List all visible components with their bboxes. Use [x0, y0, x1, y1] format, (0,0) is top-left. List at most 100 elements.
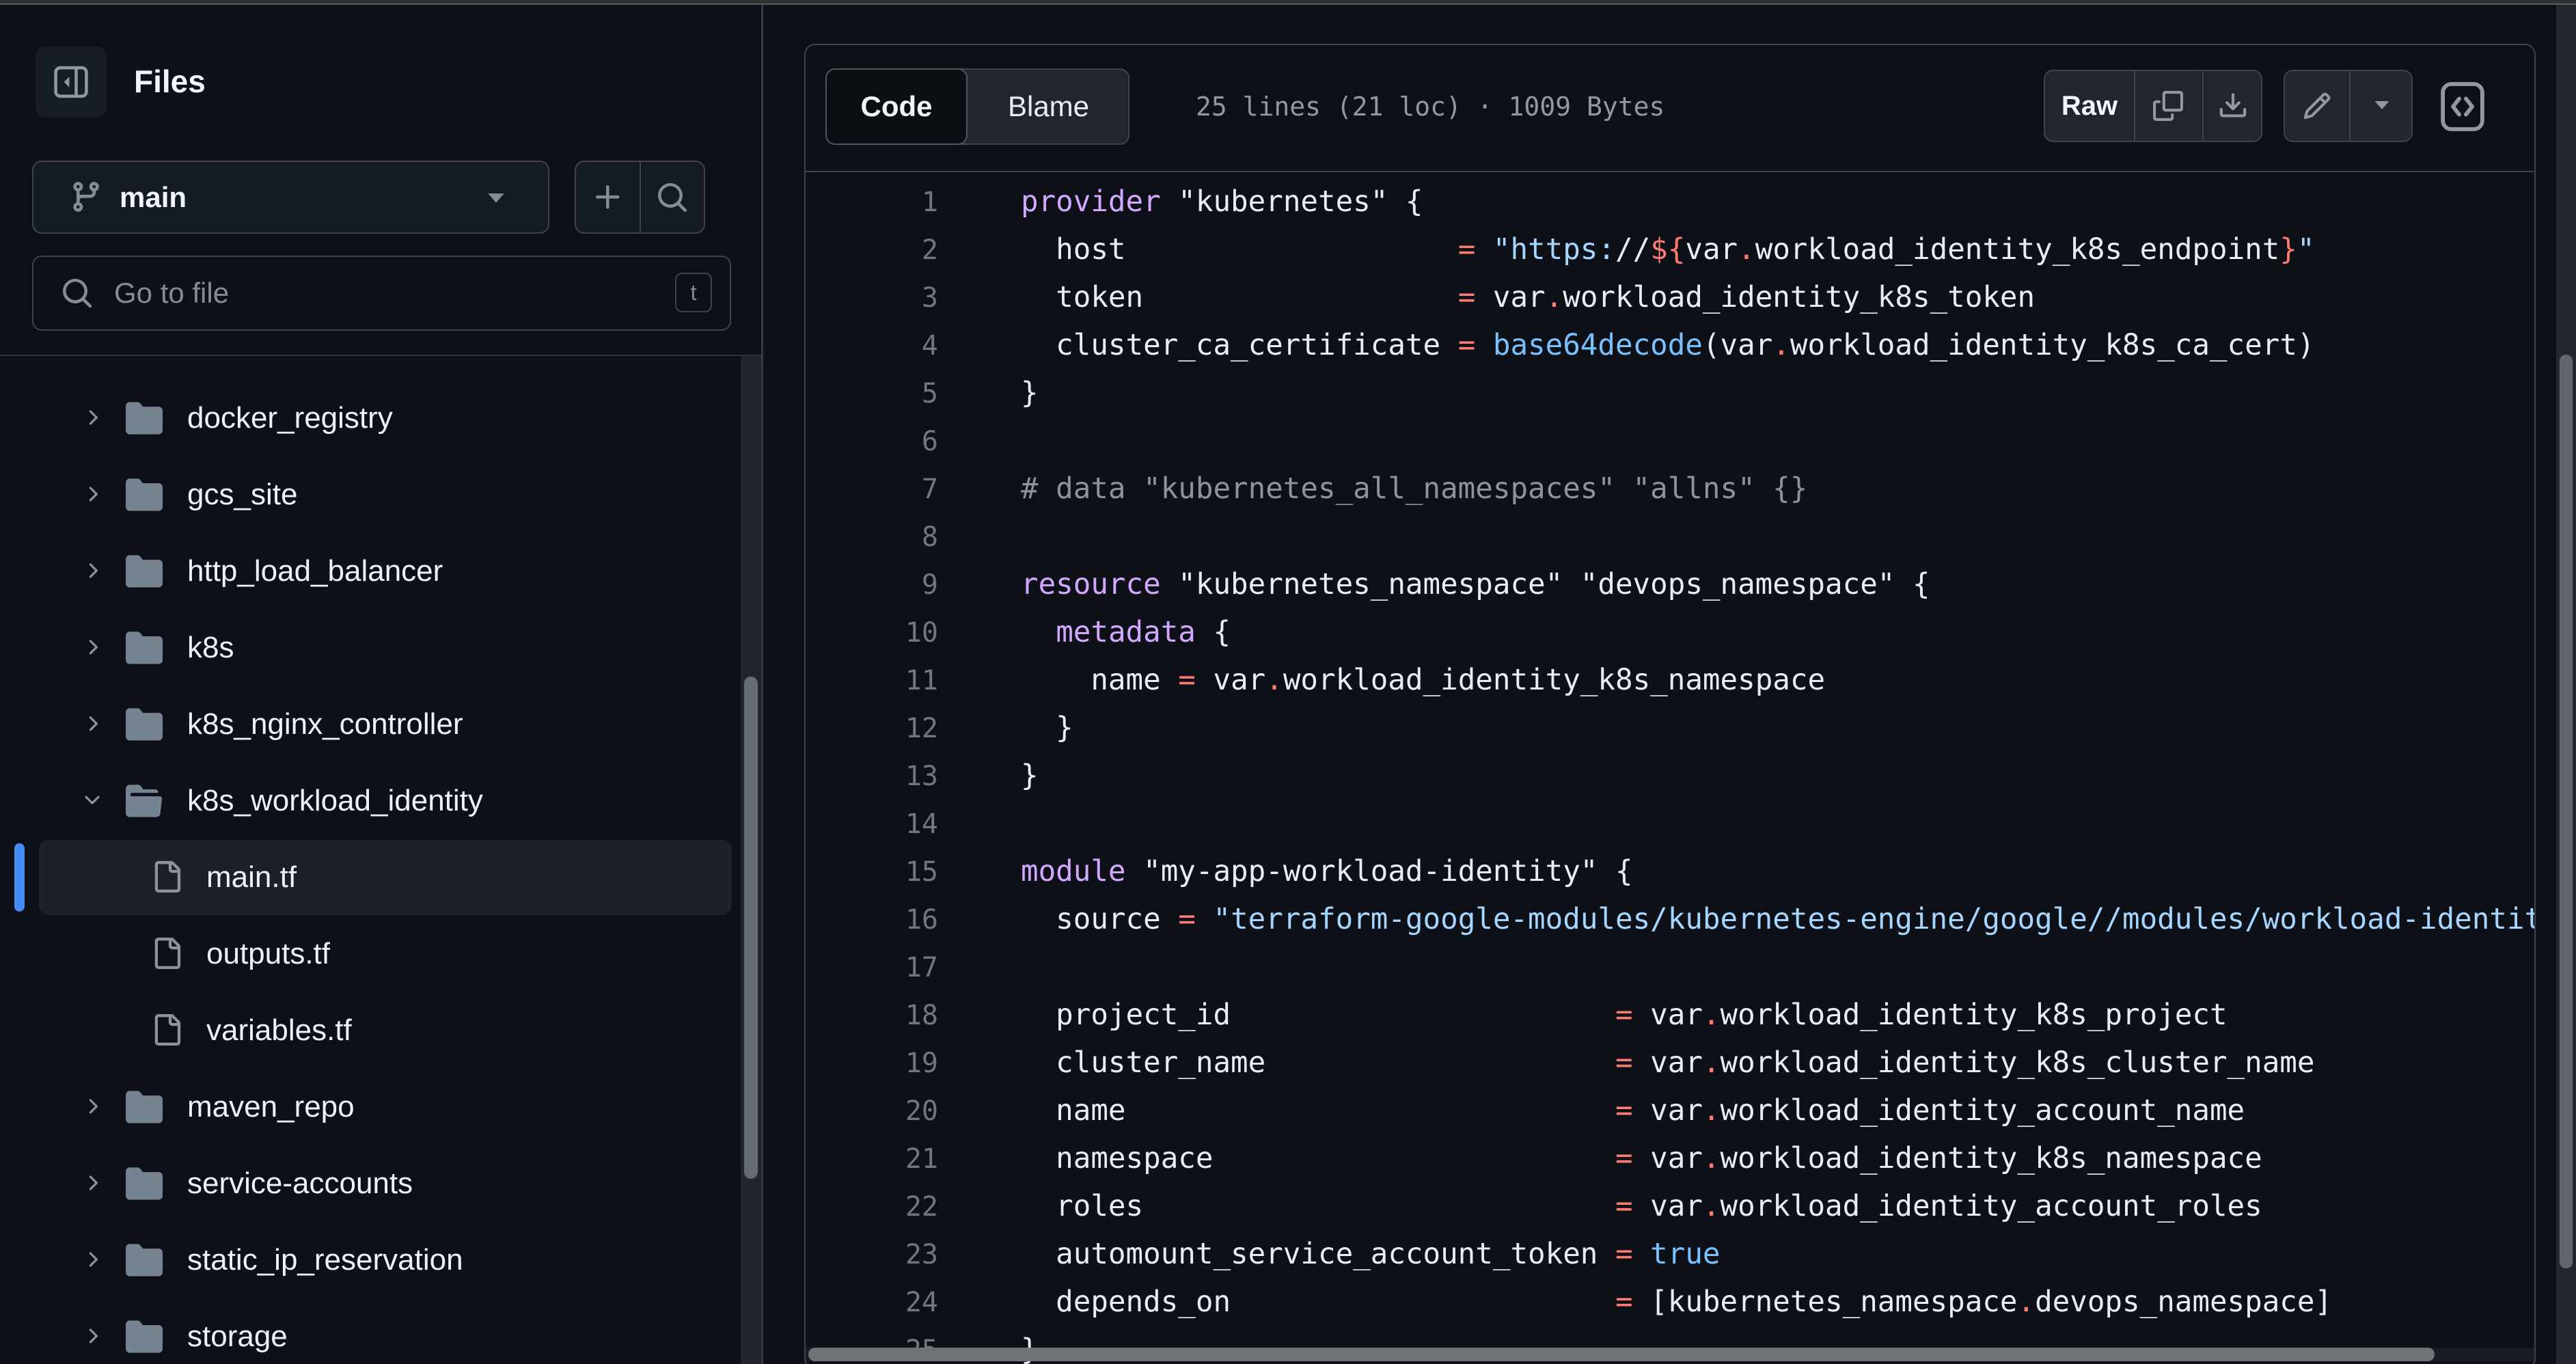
- edit-dropdown-button[interactable]: [2351, 71, 2413, 141]
- tree-item-static-ip-reservation[interactable]: static_ip_reservation: [0, 1223, 741, 1298]
- line-content: token = var.workload_identity_k8s_token: [1021, 274, 2035, 322]
- page-scrollbar-thumb[interactable]: [2560, 355, 2573, 1268]
- tree-item-variables-tf[interactable]: variables.tf: [0, 993, 741, 1068]
- chevron-down-icon[interactable]: [81, 789, 104, 815]
- add-file-button[interactable]: [576, 162, 640, 232]
- download-icon: [2218, 91, 2248, 121]
- tree-item-k8s[interactable]: k8s: [0, 610, 741, 685]
- line-content: }: [1021, 370, 1039, 418]
- line-number[interactable]: 2: [806, 226, 938, 274]
- folder-icon: [126, 476, 163, 517]
- go-to-file-input[interactable]: Go to file t: [32, 256, 731, 331]
- line-content: project_id = var.workload_identity_k8s_p…: [1021, 992, 2228, 1039]
- line-number[interactable]: 20: [806, 1087, 938, 1135]
- chevron-right-icon[interactable]: [81, 1171, 104, 1198]
- line-number[interactable]: 22: [806, 1183, 938, 1231]
- tree-item-docker-registry[interactable]: docker_registry: [0, 381, 741, 456]
- tree-item-main-tf[interactable]: main.tf: [0, 840, 741, 915]
- line-number[interactable]: 24: [806, 1279, 938, 1326]
- copy-icon: [2153, 91, 2183, 121]
- code-hscrollbar-thumb[interactable]: [808, 1348, 2435, 1361]
- tree-item-service-accounts[interactable]: service-accounts: [0, 1146, 741, 1221]
- edit-button[interactable]: [2285, 71, 2349, 141]
- pencil-icon: [2302, 91, 2332, 121]
- line-number[interactable]: 14: [806, 800, 938, 848]
- tree-actions-group: [575, 161, 705, 234]
- line-number[interactable]: 1: [806, 178, 938, 226]
- folder-open-icon: [126, 782, 163, 823]
- line-number[interactable]: 19: [806, 1039, 938, 1087]
- line-number[interactable]: 8: [806, 513, 938, 561]
- tree-item-outputs-tf[interactable]: outputs.tf: [0, 916, 741, 992]
- line-number[interactable]: 15: [806, 848, 938, 896]
- code-line-8: 8: [806, 513, 2534, 561]
- tree-item-gcs-site[interactable]: gcs_site: [0, 457, 741, 532]
- line-content: roles = var.workload_identity_account_ro…: [1021, 1183, 2262, 1231]
- code-line-22: 22 roles = var.workload_identity_account…: [806, 1183, 2534, 1231]
- tab-blame[interactable]: Blame: [968, 70, 1129, 144]
- search-icon: [656, 181, 689, 214]
- collapse-sidebar-button[interactable]: [36, 46, 107, 118]
- line-number[interactable]: 6: [806, 418, 938, 465]
- line-number[interactable]: 10: [806, 609, 938, 657]
- line-number[interactable]: 23: [806, 1231, 938, 1279]
- line-number[interactable]: 3: [806, 274, 938, 322]
- sidebar-collapse-icon: [53, 64, 89, 100]
- line-number[interactable]: 11: [806, 657, 938, 705]
- file-tree: docker_registrygcs_sitehttp_load_balance…: [0, 356, 741, 1364]
- panel-resize-divider[interactable]: [761, 5, 763, 1364]
- chevron-right-icon[interactable]: [81, 559, 104, 586]
- chevron-right-icon[interactable]: [81, 1248, 104, 1274]
- edit-actions-group: [2284, 70, 2413, 142]
- code-line-15: 15module "my-app-workload-identity" {: [806, 848, 2534, 896]
- folder-icon: [126, 553, 163, 593]
- line-number[interactable]: 7: [806, 465, 938, 513]
- line-number[interactable]: 21: [806, 1135, 938, 1183]
- code-line-14: 14: [806, 800, 2534, 848]
- keyboard-hint-badge: t: [675, 273, 712, 312]
- tree-item-label: k8s_workload_identity: [187, 763, 483, 838]
- folder-icon: [126, 1318, 163, 1359]
- chevron-down-icon: [484, 191, 508, 207]
- symbols-panel-button[interactable]: [2440, 81, 2485, 133]
- copy-button[interactable]: [2134, 71, 2202, 141]
- line-number[interactable]: 16: [806, 896, 938, 944]
- branch-selector[interactable]: main: [32, 161, 549, 234]
- chevron-right-icon[interactable]: [81, 712, 104, 739]
- line-number[interactable]: 12: [806, 705, 938, 752]
- file-icon: [151, 858, 182, 899]
- download-button[interactable]: [2202, 71, 2264, 141]
- chevron-right-icon[interactable]: [81, 406, 104, 433]
- search-tree-button[interactable]: [641, 162, 704, 232]
- code-line-12: 12 }: [806, 705, 2534, 752]
- line-number[interactable]: 18: [806, 992, 938, 1039]
- code-line-10: 10 metadata {: [806, 609, 2534, 657]
- chevron-right-icon[interactable]: [81, 482, 104, 509]
- tree-item-k8s-nginx-controller[interactable]: k8s_nginx_controller: [0, 687, 741, 762]
- line-number[interactable]: 5: [806, 370, 938, 418]
- line-number[interactable]: 17: [806, 944, 938, 992]
- line-number[interactable]: 4: [806, 322, 938, 370]
- tree-item-maven-repo[interactable]: maven_repo: [0, 1069, 741, 1145]
- tree-item-label: variables.tf: [206, 993, 352, 1068]
- line-content: automount_service_account_token = true: [1021, 1231, 1721, 1279]
- code-blame-switcher: Code Blame: [825, 68, 1129, 145]
- line-content: # data "kubernetes_all_namespaces" "alln…: [1021, 465, 1807, 513]
- tree-item-k8s-workload-identity[interactable]: k8s_workload_identity: [0, 763, 741, 838]
- chevron-right-icon[interactable]: [81, 1324, 104, 1351]
- code-line-11: 11 name = var.workload_identity_k8s_name…: [806, 657, 2534, 705]
- tree-item-storage[interactable]: storage: [0, 1299, 741, 1364]
- line-content: provider "kubernetes" {: [1021, 178, 1423, 226]
- tab-code[interactable]: Code: [825, 68, 968, 145]
- code-panel: Code Blame 25 lines (21 loc) · 1009 Byte…: [804, 44, 2536, 1364]
- line-number[interactable]: 13: [806, 752, 938, 800]
- tree-item-http-load-balancer[interactable]: http_load_balancer: [0, 534, 741, 609]
- sidebar-scrollbar-thumb[interactable]: [744, 677, 758, 1179]
- tree-item-label: main.tf: [206, 840, 297, 915]
- raw-button[interactable]: Raw: [2045, 71, 2134, 141]
- line-number[interactable]: 9: [806, 561, 938, 609]
- code-line-20: 20 name = var.workload_identity_account_…: [806, 1087, 2534, 1135]
- code-line-6: 6: [806, 418, 2534, 465]
- chevron-right-icon[interactable]: [81, 636, 104, 662]
- chevron-right-icon[interactable]: [81, 1095, 104, 1121]
